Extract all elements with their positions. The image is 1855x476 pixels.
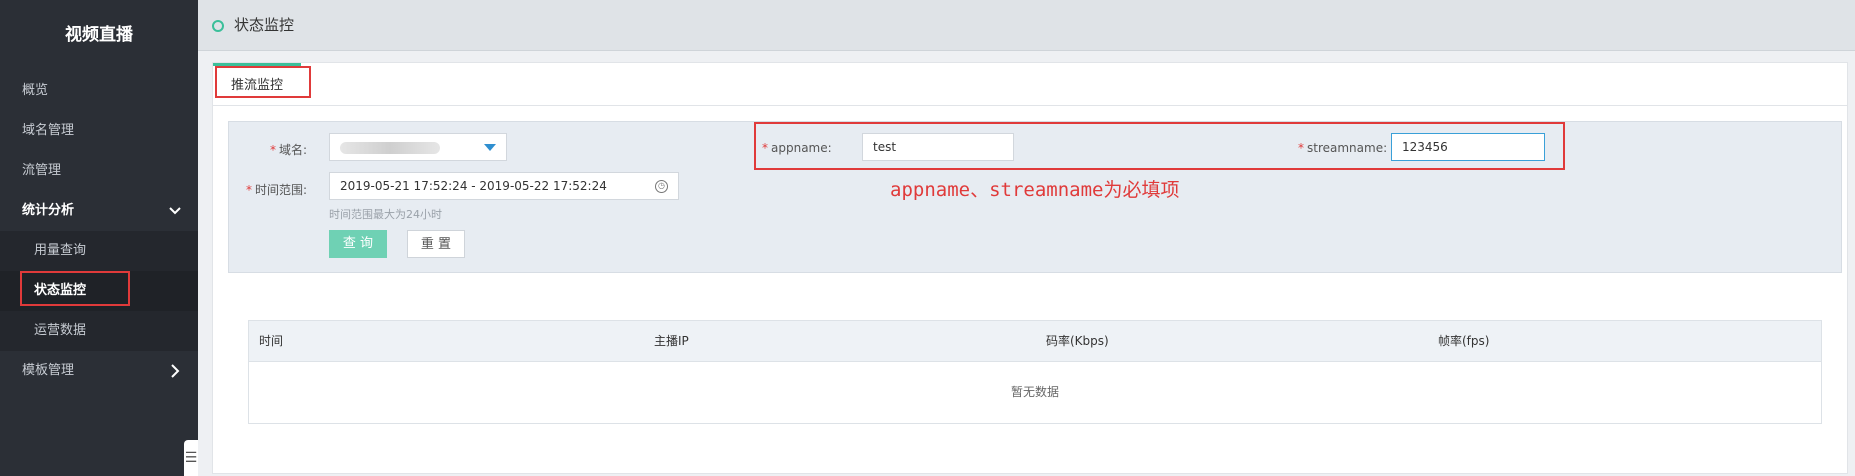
domain-label: * 域名: [269, 143, 307, 157]
sidebar-item-overview[interactable]: 概览 [0, 71, 198, 111]
sidebar-item-domain[interactable]: 域名管理 [0, 111, 198, 151]
chevron-right-icon [168, 351, 182, 407]
sidebar-item-label: 用量查询 [34, 243, 87, 258]
page-header: 状态监控 [198, 0, 1855, 51]
blurred-domain-value [340, 142, 440, 154]
sidebar-item-templates[interactable]: 模板管理 [0, 351, 198, 391]
highlight-box-sidebar [20, 271, 130, 306]
query-button[interactable]: 查 询 [329, 230, 387, 258]
empty-state: 暂无数据 [1010, 385, 1059, 399]
sidebar-item-label: 域名管理 [22, 123, 75, 138]
column-header: 时间 [259, 334, 284, 348]
sidebar-item-label: 模板管理 [22, 363, 75, 378]
column-header: 码率(Kbps) [1046, 334, 1109, 348]
caret-down-icon [484, 144, 496, 151]
sidebar-item-streams[interactable]: 流管理 [0, 151, 198, 191]
sidebar: 视频直播 概览 域名管理 流管理 统计分析 用量查询 状态监控 运营数据 模板管… [0, 0, 198, 476]
tab-divider [213, 105, 1847, 106]
sidebar-item-label: 统计分析 [22, 203, 75, 218]
sidebar-collapse-icon[interactable]: ☰ [184, 440, 198, 476]
column-header: 帧率(fps) [1438, 334, 1490, 348]
sidebar-item-label: 概览 [22, 83, 49, 98]
sidebar-brand: 视频直播 [65, 25, 133, 45]
time-range-input[interactable]: 2019-05-21 17:52:24 - 2019-05-22 17:52:2… [329, 172, 679, 200]
time-range-hint: 时间范围最大为24小时 [329, 208, 442, 221]
time-range-label: * 时间范围: [245, 183, 307, 197]
sidebar-item-usage[interactable]: 用量查询 [0, 231, 198, 271]
domain-select[interactable] [329, 133, 507, 161]
table-header: 时间 主播IP 码率(Kbps) 帧率(fps) [249, 321, 1821, 362]
highlight-box-required [754, 122, 1565, 170]
highlight-box-tab [215, 66, 311, 98]
status-dot-icon [212, 20, 224, 32]
sidebar-item-label: 流管理 [22, 163, 62, 178]
sidebar-item-operations[interactable]: 运营数据 [0, 311, 198, 351]
main-panel: 推流监控 * 域名: * appname: test * streamname: 12… [212, 62, 1848, 474]
page-title: 状态监控 [234, 16, 295, 34]
clock-icon: ◷ [655, 180, 668, 193]
reset-button[interactable]: 重 置 [407, 230, 465, 258]
column-header: 主播IP [654, 334, 689, 348]
required-fields-annotation: appname、streamname为必填项 [890, 179, 1180, 201]
sidebar-item-statistics[interactable]: 统计分析 [0, 191, 198, 231]
sidebar-item-label: 运营数据 [34, 323, 87, 338]
results-table: 时间 主播IP 码率(Kbps) 帧率(fps) 暂无数据 [248, 320, 1822, 424]
